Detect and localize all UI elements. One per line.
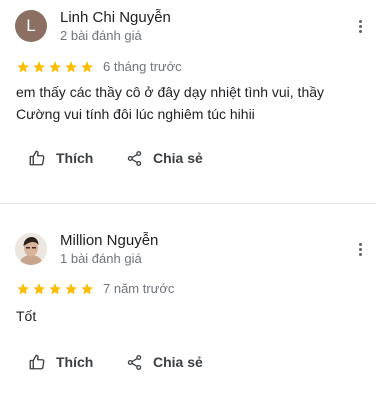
star-icon (49, 282, 61, 294)
star-icon (33, 282, 45, 294)
star-icon (65, 60, 77, 72)
star-rating (16, 282, 94, 296)
like-button[interactable]: Thích (16, 353, 126, 371)
rating-row: 7 năm trước (16, 281, 174, 296)
review-actions: Thích Chia sẻ (16, 353, 203, 371)
star-icon (17, 60, 29, 72)
rating-row: 6 tháng trước (16, 59, 182, 74)
like-button[interactable]: Thích (16, 149, 126, 167)
thumb-up-icon (29, 150, 45, 166)
review-date: 7 năm trước (103, 281, 175, 296)
star-icon (81, 60, 93, 72)
star-rating (16, 60, 94, 74)
reviewer-review-count: 1 bài đánh giá (60, 251, 142, 266)
profile-photo (15, 233, 47, 265)
star-icon (33, 60, 45, 72)
review-date: 6 tháng trước (103, 59, 182, 74)
avatar[interactable] (15, 233, 47, 265)
share-icon (127, 150, 142, 166)
avatar[interactable]: L (15, 10, 47, 42)
star-icon (17, 282, 29, 294)
like-label: Thích (56, 354, 94, 370)
review-card: L Linh Chi Nguyễn 2 bài đánh giá 6 tháng… (0, 0, 376, 203)
more-options-icon[interactable] (352, 16, 368, 36)
like-label: Thích (56, 150, 94, 166)
star-icon (49, 60, 61, 72)
review-text: Tốt (16, 308, 37, 324)
share-button[interactable]: Chia sẻ (126, 354, 203, 371)
reviewer-review-count: 2 bài đánh giá (60, 28, 142, 43)
more-options-icon[interactable] (352, 239, 368, 259)
thumb-up-icon (29, 354, 45, 370)
reviewer-name[interactable]: Million Nguyễn (60, 232, 158, 249)
star-icon (65, 282, 77, 294)
review-text: em thấy các thầy cô ở đây dạy nhiệt tình… (16, 84, 325, 122)
share-label: Chia sẻ (153, 354, 203, 370)
reviewer-name[interactable]: Linh Chi Nguyễn (60, 9, 171, 26)
review-actions: Thích Chia sẻ (16, 149, 203, 167)
star-icon (81, 282, 93, 294)
share-button[interactable]: Chia sẻ (126, 150, 203, 167)
share-label: Chia sẻ (153, 150, 203, 166)
share-icon (127, 354, 142, 370)
review-card: Million Nguyễn 1 bài đánh giá 7 năm trướ… (0, 204, 376, 403)
